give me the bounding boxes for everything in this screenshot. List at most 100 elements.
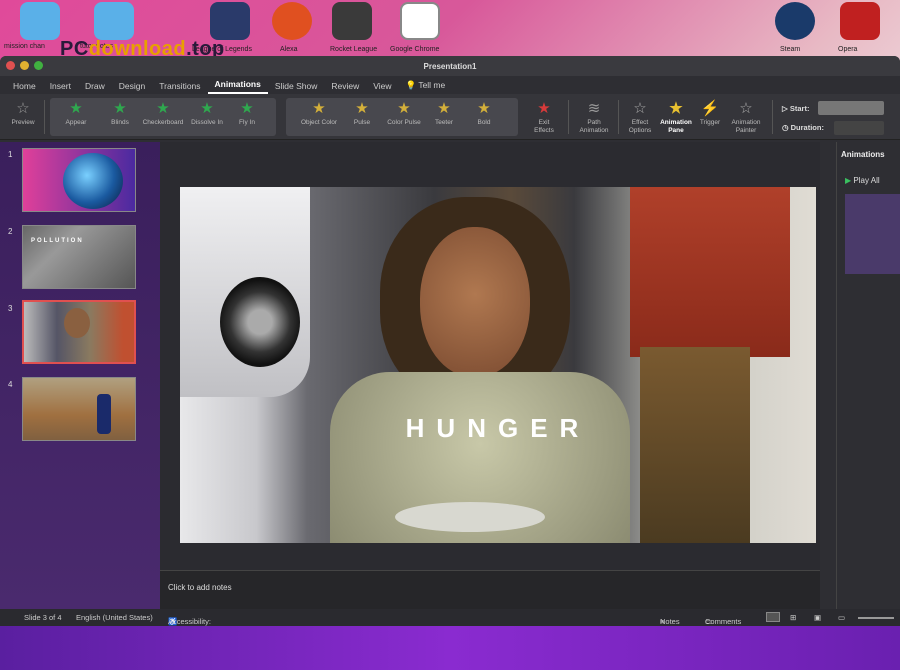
effect-dissolve-in[interactable]: ★ Dissolve In (186, 100, 228, 127)
slide-canvas[interactable]: HUNGER (180, 187, 816, 543)
entrance-effects-gallery: ★ Appear ★ Blinds ★ Checkerboard ★ Disso… (50, 98, 276, 136)
star-icon: ★ (240, 100, 254, 117)
animation-painter-button[interactable]: ☆ Animation Painter (726, 100, 766, 135)
tab-home[interactable]: Home (6, 81, 43, 94)
start-label: ▷ Start: (782, 104, 810, 113)
slide-editor: HUNGER Click to add notes (160, 142, 820, 609)
reading-view-icon[interactable]: ▣ (814, 613, 821, 622)
effect-teeter[interactable]: ★ Teeter (426, 100, 462, 127)
tab-slide-show[interactable]: Slide Show (268, 81, 325, 94)
title-bar: Presentation1 (0, 56, 900, 76)
tab-insert[interactable]: Insert (43, 81, 78, 94)
effect-blinds[interactable]: ★ Blinds (100, 100, 140, 127)
star-icon: ★ (156, 100, 170, 117)
play-icon: ▷ (782, 104, 788, 113)
person-legs (640, 347, 750, 543)
slide-number: 1 (8, 150, 13, 159)
play-all-button[interactable]: ▶ Play All (845, 176, 880, 185)
tab-view[interactable]: View (366, 81, 398, 94)
animations-ribbon: ☆ Preview ★ Appear ★ Blinds ★ Checkerboa… (0, 94, 900, 140)
opera-icon[interactable] (840, 2, 880, 40)
effect-pulse[interactable]: ★ Pulse (344, 100, 380, 127)
desktop-icon-label: Rocket League (330, 46, 378, 53)
normal-view-icon[interactable] (766, 612, 780, 622)
steam-icon[interactable] (775, 2, 815, 40)
effect-color-pulse[interactable]: ★ Color Pulse (382, 100, 426, 127)
star-icon: ★ (200, 100, 214, 117)
rocket-league-icon[interactable] (332, 2, 372, 40)
status-bar: Slide 3 of 4 English (United States) ♿ A… (0, 609, 900, 626)
girl-face (420, 227, 530, 377)
star-icon: ★ (355, 100, 369, 117)
effect-checkerboard[interactable]: ★ Checkerboard (140, 100, 186, 127)
tab-review[interactable]: Review (324, 81, 366, 94)
folder-icon[interactable] (94, 2, 134, 40)
slide-thumbnail-2[interactable]: POLLUTION (22, 225, 136, 289)
emphasis-effects-gallery: ★ Object Color ★ Pulse ★ Color Pulse ★ T… (286, 98, 518, 136)
star-icon: ★ (537, 100, 551, 117)
person-red-shirt (630, 187, 790, 357)
slide-show-icon[interactable]: ▭ (838, 613, 845, 622)
slide-thumbnail-4[interactable] (22, 377, 136, 441)
path-animation-button[interactable]: ≋ Path Animation (574, 100, 614, 135)
trigger-button[interactable]: ⚡ Trigger (696, 100, 724, 127)
tab-draw[interactable]: Draw (78, 81, 112, 94)
lightbulb-icon: 💡 (405, 80, 417, 90)
chrome-icon[interactable] (400, 2, 440, 40)
slide-thumbnail-3[interactable] (22, 300, 136, 364)
alexa-icon[interactable] (272, 2, 312, 40)
slide-sorter-icon[interactable]: ⊞ (790, 613, 796, 622)
ribbon-tabs: Home Insert Draw Design Transitions Anim… (0, 76, 900, 94)
preview-button[interactable]: ☆ Preview (6, 100, 40, 127)
slide-thumbnail-1[interactable] (22, 148, 136, 212)
duration-field[interactable] (834, 121, 884, 135)
folder-icon[interactable] (20, 2, 60, 40)
animation-pane-button[interactable]: ★ Animation Pane (658, 100, 694, 135)
tab-animations[interactable]: Animations (207, 79, 268, 94)
earth-image (63, 153, 123, 209)
slide-number: 4 (8, 380, 13, 389)
slide-indicator: Slide 3 of 4 (24, 613, 62, 622)
play-icon: ▶ (845, 176, 852, 185)
language-indicator[interactable]: English (United States) (76, 613, 153, 622)
star-icon: ☆ (739, 100, 753, 117)
effect-fly-in[interactable]: ★ Fly In (228, 100, 266, 127)
notes-placeholder: Click to add notes (168, 583, 232, 592)
wheel-image (220, 277, 300, 367)
tab-design[interactable]: Design (112, 81, 152, 94)
star-icon: ★ (397, 100, 411, 117)
effect-appear[interactable]: ★ Appear (56, 100, 96, 127)
star-icon: ★ (669, 100, 683, 117)
desktop-icon-label: Steam (780, 46, 801, 53)
start-select[interactable] (818, 101, 884, 115)
star-icon: ★ (312, 100, 326, 117)
girl-image (64, 308, 90, 338)
separator (44, 100, 45, 134)
tab-transitions[interactable]: Transitions (152, 81, 207, 94)
powerpoint-window: Presentation1 Home Insert Draw Design Tr… (0, 56, 900, 626)
league-of-legends-icon[interactable] (210, 2, 250, 40)
zoom-slider[interactable] (858, 617, 894, 619)
slide-number: 3 (8, 304, 13, 313)
slide-number: 2 (8, 227, 13, 236)
document-title: Presentation1 (423, 61, 477, 71)
slide-title[interactable]: HUNGER (180, 413, 816, 444)
lightning-icon: ⚡ (700, 100, 720, 117)
duration-label: ◷ Duration: (782, 123, 824, 132)
star-icon: ★ (477, 100, 491, 117)
star-icon: ☆ (16, 100, 30, 117)
notes-pane[interactable]: Click to add notes (160, 570, 820, 609)
slide-thumbnails-pane: 1 2 POLLUTION 3 4 (0, 142, 160, 609)
desktop-icon-label: Alexa (280, 46, 298, 53)
bowl-image (395, 502, 545, 532)
animation-list[interactable] (845, 194, 900, 274)
exit-effects-button[interactable]: ★ Exit Effects (528, 100, 560, 135)
effect-object-color[interactable]: ★ Object Color (296, 100, 342, 127)
tab-tell-me[interactable]: 💡 Tell me (399, 80, 453, 94)
separator (618, 100, 619, 134)
effect-options-button[interactable]: ☆ Effect Options (622, 100, 658, 135)
star-icon: ★ (69, 100, 83, 117)
person-image (97, 394, 111, 434)
effect-bold[interactable]: ★ Bold (466, 100, 502, 127)
desktop-icon-label: Google Chrome (390, 46, 440, 53)
